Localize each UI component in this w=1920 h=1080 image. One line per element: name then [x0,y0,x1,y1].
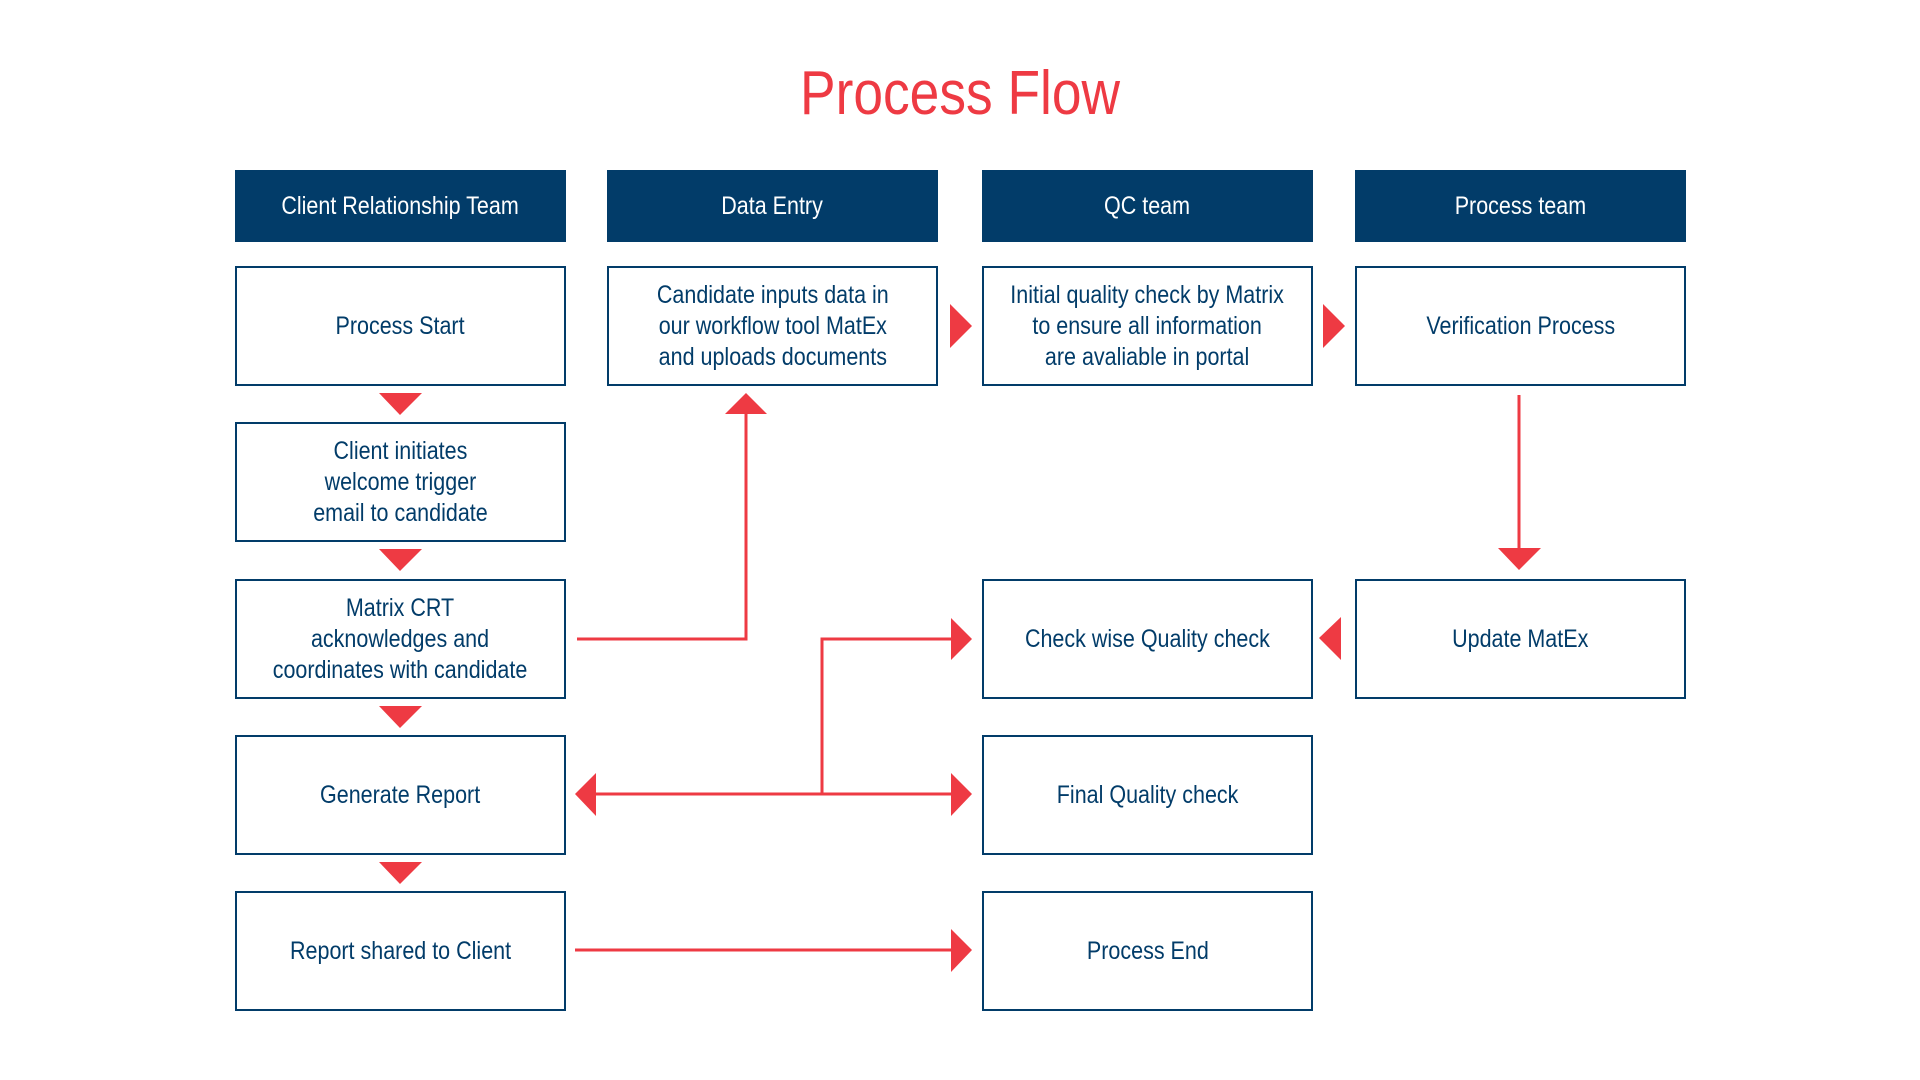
connector-qc-to-generate-report [575,618,972,816]
arrow-right-icon [951,618,972,660]
flow-connectors [379,304,1541,972]
connector-crt-to-data-entry [577,393,767,641]
arrow-down-icon [1498,548,1541,570]
arrow-right-icon [951,773,972,816]
arrow-down-icon [379,549,422,571]
arrow-down-icon [379,393,422,415]
arrow-right-icon [951,929,972,972]
arrow-down-icon [379,862,422,884]
connector-report-to-process-end [575,929,972,972]
arrow-left-icon [1319,617,1341,660]
connector-verification-to-update [1498,395,1541,570]
arrow-left-icon [575,773,596,816]
arrow-down-icon [379,706,422,728]
arrow-right-icon [1323,304,1345,348]
arrow-right-icon [950,304,972,348]
arrow-up-icon [725,393,767,414]
